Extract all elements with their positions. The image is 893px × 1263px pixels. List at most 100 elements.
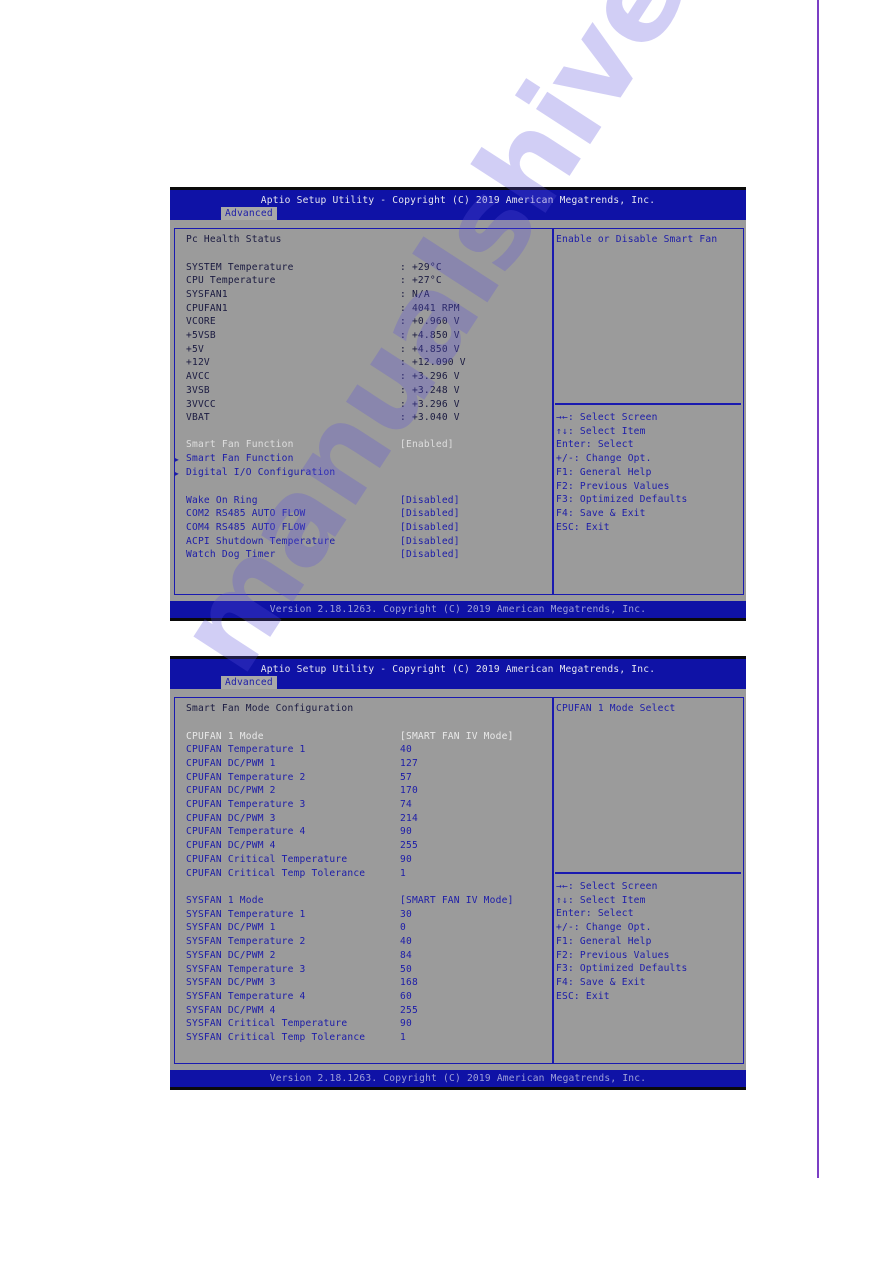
bios-title: Aptio Setup Utility - Copyright (C) 2019… [260,664,656,675]
bios-screen-smart-fan: Aptio Setup Utility - Copyright (C) 2019… [170,656,746,1090]
key-help-item: +/-: Change Opt. [556,922,652,934]
fan-setting-value[interactable]: 57 [400,771,412,785]
fan-setting-label: CPUFAN Critical Temp Tolerance [186,867,366,879]
panel-divider [552,697,554,1064]
fan-setting-value[interactable]: 50 [400,963,412,977]
health-reading-label: +5VSB [186,330,216,341]
bios-option-label: COM4 RS485 AUTO FLOW [186,521,306,533]
health-reading-value: : +3.248 V [400,384,460,396]
health-reading-value: : N/A [400,288,430,300]
bios-option-value[interactable]: [Disabled] [400,548,460,562]
fan-setting-label: CPUFAN Temperature 1 [186,744,306,756]
health-reading-value: : +29°C [400,261,442,273]
bios-option-value[interactable]: [Disabled] [400,535,460,549]
key-help-item: F2: Previous Values [556,949,670,961]
health-reading-label: 3VSB [186,384,210,396]
bios-option-label: ACPI Shutdown Temperature [186,535,336,547]
fan-setting-label: SYSFAN Temperature 2 [186,936,306,948]
bios-footer: Version 2.18.1263. Copyright (C) 2019 Am… [170,601,746,618]
bottom-border [170,618,746,621]
tab-advanced[interactable]: Advanced [221,676,277,689]
fan-setting-value[interactable]: 168 [400,976,418,990]
bios-title: Aptio Setup Utility - Copyright (C) 2019… [260,195,656,206]
key-help-item: F3: Optimized Defaults [556,494,688,506]
fan-setting-value[interactable]: 90 [400,1017,412,1031]
fan-setting-value[interactable]: 74 [400,798,412,812]
fan-setting-label: CPUFAN Critical Temperature [186,853,348,865]
fan-setting-value[interactable]: 84 [400,949,412,963]
fan-setting-value[interactable]: 1 [400,1031,406,1045]
fan-setting-label: CPUFAN DC/PWM 1 [186,757,276,769]
smart-fan-function-value[interactable]: [Enabled] [400,438,454,452]
key-help-item: F1: General Help [556,935,652,947]
fan-setting-value[interactable]: 40 [400,743,412,757]
fan-setting-label: SYSFAN Temperature 3 [186,963,306,975]
fan-setting-label: CPUFAN DC/PWM 4 [186,840,276,852]
health-reading-label: +12V [186,357,210,369]
fan-setting-value[interactable]: 90 [400,825,412,839]
fan-setting-value[interactable]: [SMART FAN IV Mode] [400,730,514,744]
health-reading-value: : +3.296 V [400,371,460,383]
key-help-item: F4: Save & Exit [556,976,646,988]
fan-setting-label: SYSFAN DC/PWM 3 [186,977,276,989]
help-separator [555,403,741,405]
version-text: Version 2.18.1263. Copyright (C) 2019 Am… [269,604,647,615]
submenu-label: Digital I/O Configuration [186,467,336,478]
smart-fan-function-option[interactable]: Smart Fan Function [186,438,294,452]
health-reading-label: AVCC [186,371,210,383]
fan-setting-label: SYSFAN Temperature 4 [186,990,306,1002]
fan-setting-value[interactable]: 0 [400,921,406,935]
fan-setting-label: SYSFAN Critical Temp Tolerance [186,1032,366,1043]
panel-divider [552,228,554,595]
section-heading: Pc Health Status [186,234,282,245]
bottom-border [170,1087,746,1090]
key-help-item: →←: Select Screen [556,412,658,423]
health-reading-value: : +27°C [400,275,442,287]
fan-setting-label: CPUFAN Temperature 4 [186,826,306,838]
section-heading: Smart Fan Mode Configuration [186,703,354,714]
fan-setting-label: SYSFAN 1 Mode [186,895,264,906]
health-reading-value: : +4.850 V [400,330,460,341]
key-help-item: ESC: Exit [556,521,610,533]
health-reading-label: VBAT [186,412,210,424]
bios-option-label: Watch Dog Timer [186,549,276,561]
fan-setting-label: SYSFAN DC/PWM 4 [186,1004,276,1016]
key-help-item: ↑↓: Select Item [556,894,646,906]
fan-setting-value[interactable]: [SMART FAN IV Mode] [400,894,514,908]
bios-option-value[interactable]: [Disabled] [400,507,460,521]
fan-setting-value[interactable]: 255 [400,839,418,853]
health-reading-label: +5V [186,343,204,355]
submenu-label: Smart Fan Function [186,453,294,464]
fan-setting-label: SYSFAN Critical Temperature [186,1018,348,1030]
health-reading-value: : +3.040 V [400,412,460,424]
fan-setting-value[interactable]: 60 [400,990,412,1004]
fan-setting-value[interactable]: 30 [400,908,412,922]
submenu-arrow-icon: ▶ [174,455,180,464]
health-reading-label: CPU Temperature [186,275,276,287]
tab-advanced[interactable]: Advanced [221,207,277,220]
key-help-item: +/-: Change Opt. [556,453,652,465]
fan-setting-value[interactable]: 40 [400,935,412,949]
key-help-item: F4: Save & Exit [556,507,646,519]
page-edge-line [817,0,819,1178]
health-reading-label: VCORE [186,316,216,328]
bios-option-value[interactable]: [Disabled] [400,494,460,508]
health-reading-label: SYSFAN1 [186,288,228,300]
bios-footer: Version 2.18.1263. Copyright (C) 2019 Am… [170,1070,746,1087]
fan-setting-label: CPUFAN 1 Mode [186,730,264,742]
fan-setting-value[interactable]: 170 [400,784,418,798]
fan-setting-label: SYSFAN DC/PWM 1 [186,922,276,934]
key-help-item: F3: Optimized Defaults [556,963,688,975]
fan-setting-label: CPUFAN Temperature 2 [186,771,306,783]
fan-setting-value[interactable]: 127 [400,757,418,771]
fan-setting-value[interactable]: 214 [400,812,418,826]
bios-option-label: COM2 RS485 AUTO FLOW [186,508,306,520]
bios-option-value[interactable]: [Disabled] [400,521,460,535]
bios-header: Aptio Setup Utility - Copyright (C) 2019… [170,190,746,220]
fan-setting-label: CPUFAN Temperature 3 [186,799,306,810]
fan-setting-value[interactable]: 1 [400,867,406,881]
key-help-item: →←: Select Screen [556,881,658,892]
health-reading-value: : +3.296 V [400,398,460,410]
fan-setting-value[interactable]: 255 [400,1004,418,1018]
fan-setting-value[interactable]: 90 [400,853,412,867]
